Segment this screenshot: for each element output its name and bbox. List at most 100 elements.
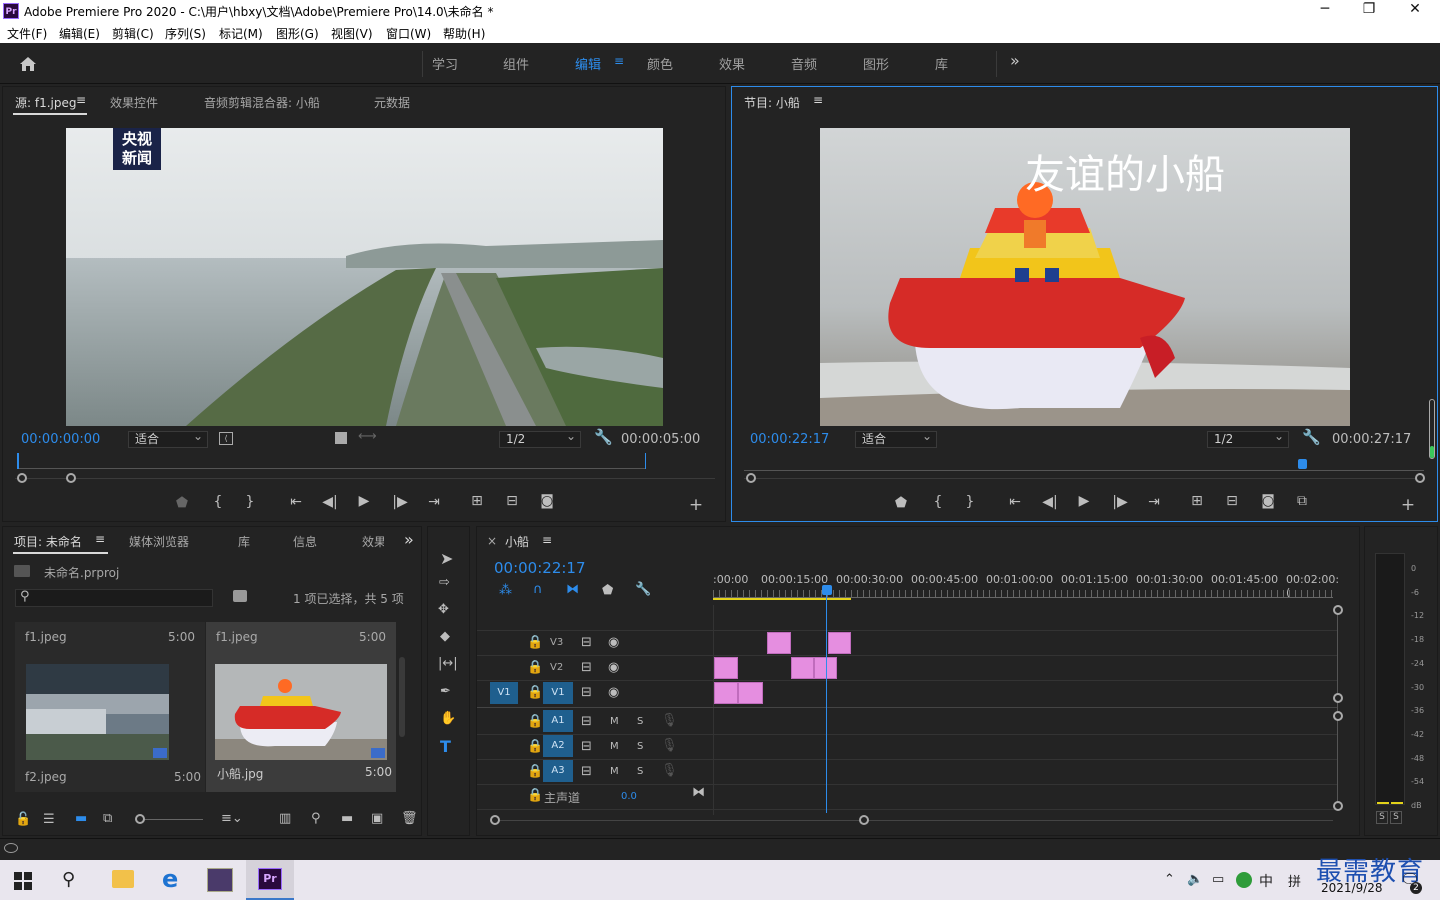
linked-selection-icon[interactable]: ⧓: [566, 582, 579, 597]
source-time-ruler[interactable]: [17, 453, 646, 469]
play-icon[interactable]: ▶: [354, 493, 374, 509]
toggle-output-icon[interactable]: ◉: [608, 660, 619, 675]
thumbnail-boat[interactable]: [215, 664, 387, 760]
solo-right-button[interactable]: S: [1390, 811, 1402, 824]
clip[interactable]: [791, 657, 814, 679]
tab-sequence[interactable]: 小船: [505, 533, 529, 550]
scroll-handle[interactable]: [1333, 605, 1343, 615]
mute-button[interactable]: M: [610, 716, 619, 727]
timeline-h-scrollbar[interactable]: [493, 820, 1333, 821]
step-forward-icon[interactable]: |▶: [390, 494, 410, 510]
comparison-view-icon[interactable]: ⧉: [1292, 493, 1312, 509]
go-to-out-icon[interactable]: ⧓: [692, 785, 705, 800]
menu-view[interactable]: 视图(V): [331, 25, 373, 42]
program-timecode[interactable]: 00:00:22:17: [750, 432, 829, 447]
tab-effect-controls[interactable]: 效果控件: [110, 94, 158, 111]
step-back-icon[interactable]: ◀|: [1040, 494, 1060, 510]
workspace-menu-icon[interactable]: ≡: [614, 54, 624, 68]
workspace-color[interactable]: 颜色: [647, 54, 673, 73]
program-scrollbar[interactable]: [1429, 399, 1435, 459]
insert-toggle-icon[interactable]: ⟨: [219, 432, 233, 445]
menu-graphics[interactable]: 图形(G): [276, 25, 319, 42]
program-resolution-dropdown[interactable]: 1/2: [1207, 429, 1289, 448]
scroll-handle[interactable]: [1333, 711, 1343, 721]
hand-tool-icon[interactable]: ✋: [440, 711, 456, 726]
track-v3-label[interactable]: V3: [550, 637, 563, 648]
search-icon[interactable]: ⚲: [62, 869, 75, 890]
step-forward-icon[interactable]: |▶: [1110, 494, 1130, 510]
wrench-icon[interactable]: 🔧: [594, 428, 613, 446]
menu-help[interactable]: 帮助(H): [443, 25, 485, 42]
step-back-icon[interactable]: ◀|: [320, 494, 340, 510]
overwrite-icon[interactable]: ⊟: [502, 493, 522, 509]
workspace-editing[interactable]: 编辑: [575, 54, 601, 73]
zoom-handle-left[interactable]: [746, 473, 756, 483]
clear-icon[interactable]: 🗑: [401, 811, 418, 826]
scroll-handle[interactable]: [1333, 801, 1343, 811]
lift-icon[interactable]: ⊞: [1187, 493, 1207, 509]
workspace-audio[interactable]: 音频: [791, 54, 817, 73]
new-bin-icon[interactable]: ▬: [341, 811, 353, 826]
tab-program[interactable]: 节目: 小船: [744, 94, 800, 111]
timeline-settings-icon[interactable]: 🔧: [635, 582, 651, 597]
voice-over-icon[interactable]: 🎙: [661, 763, 678, 778]
clip[interactable]: [714, 682, 738, 704]
source-patch-v1[interactable]: V1: [490, 682, 518, 704]
nest-icon[interactable]: ⁂: [499, 583, 512, 598]
ime-indicator[interactable]: 中: [1259, 871, 1273, 891]
program-time-ruler[interactable]: [744, 459, 1424, 471]
drag-audio-icon[interactable]: ⟷: [358, 429, 377, 444]
close-button[interactable]: ✕: [1392, 1, 1438, 17]
source-timecode[interactable]: 00:00:00:00: [21, 432, 100, 447]
workspace-learning[interactable]: 学习: [432, 54, 458, 73]
new-item-icon[interactable]: ▣: [371, 811, 383, 826]
play-icon[interactable]: ▶: [1074, 493, 1094, 509]
volume-icon[interactable]: 🔈: [1187, 872, 1203, 887]
zoom-handle-right[interactable]: [66, 473, 76, 483]
track-a1-label[interactable]: A1: [543, 710, 573, 732]
source-fit-dropdown[interactable]: 适合: [128, 429, 208, 448]
toggle-output-icon[interactable]: ◉: [608, 685, 619, 700]
freeform-view-icon[interactable]: ⧉: [103, 811, 112, 826]
source-resolution-dropdown[interactable]: 1/2: [499, 429, 581, 448]
lock-icon[interactable]: 🔓: [15, 812, 31, 827]
scroll-handle[interactable]: [859, 815, 869, 825]
lock-icon[interactable]: 🔒: [527, 714, 543, 729]
button-editor-icon[interactable]: +: [1398, 495, 1418, 515]
program-fit-dropdown[interactable]: 适合: [855, 429, 937, 448]
windows-start-icon[interactable]: [14, 872, 32, 890]
tab-libraries[interactable]: 库: [238, 533, 250, 550]
add-marker-icon[interactable]: ⬟: [172, 495, 192, 511]
add-marker-icon[interactable]: ⬟: [602, 583, 613, 598]
lock-icon[interactable]: 🔒: [527, 660, 543, 675]
go-to-out-icon[interactable]: ⇥: [1144, 494, 1164, 510]
add-marker-icon[interactable]: ⬟: [891, 495, 911, 511]
clock-date[interactable]: 2021/9/28: [1321, 881, 1383, 895]
mute-button[interactable]: M: [610, 741, 619, 752]
slider-handle[interactable]: [135, 814, 145, 824]
project-scrollbar[interactable]: [399, 657, 405, 737]
mark-in-icon[interactable]: {: [928, 494, 948, 510]
insert-icon[interactable]: ⊞: [467, 493, 487, 509]
lock-icon[interactable]: 🔒: [527, 685, 543, 700]
thumbnail-size-slider[interactable]: [143, 819, 203, 820]
go-to-in-icon[interactable]: ⇤: [1005, 494, 1025, 510]
timeline-ruler[interactable]: :00:00 00:00:15:00 00:00:30:00 00:00:45:…: [713, 571, 1339, 601]
project-menu-icon[interactable]: ≡: [95, 532, 105, 546]
close-sequence-icon[interactable]: ×: [487, 534, 497, 548]
slip-tool-icon[interactable]: |↔|: [438, 656, 458, 671]
program-playhead[interactable]: [1298, 459, 1307, 469]
menu-clip[interactable]: 剪辑(C): [112, 25, 154, 42]
panel-overflow-icon[interactable]: »: [404, 530, 414, 549]
master-volume-value[interactable]: 0.0: [621, 791, 637, 802]
toggle-output-icon[interactable]: ◉: [608, 635, 619, 650]
clip[interactable]: [828, 632, 851, 654]
scroll-handle[interactable]: [1333, 693, 1343, 703]
tab-audio-clip-mixer[interactable]: 音频剪辑混合器: 小船: [204, 94, 320, 111]
timeline-menu-icon[interactable]: ≡: [542, 533, 552, 547]
sync-lock-icon[interactable]: ⊟: [581, 764, 592, 779]
extract-icon[interactable]: ⊟: [1222, 493, 1242, 509]
source-zoom-bar[interactable]: [15, 478, 715, 479]
home-icon[interactable]: [18, 55, 38, 73]
new-search-bin-icon[interactable]: [233, 590, 247, 602]
